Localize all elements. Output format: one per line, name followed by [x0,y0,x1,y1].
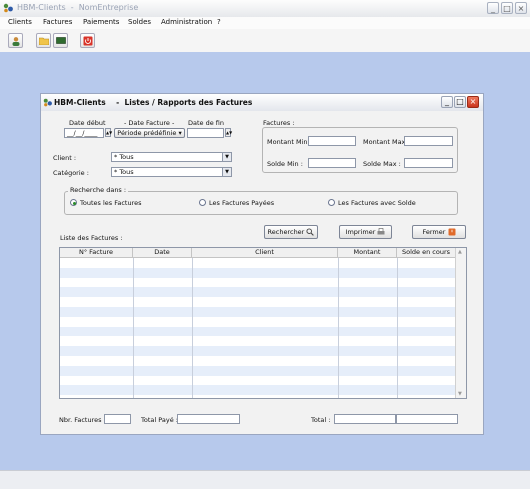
solde-min-label: Solde Min : [267,160,303,168]
montant-min-field[interactable] [308,136,356,146]
col-header-facture[interactable]: N° Facture [60,248,133,258]
periode-predefinie-button[interactable]: Période prédéfinie ▾ [114,128,185,138]
fermer-button[interactable]: Fermer [412,225,466,239]
col-header-montant[interactable]: Montant [338,248,397,258]
total-label: Total : [311,416,331,424]
recherche-label: Recherche dans : [68,186,129,194]
printer-icon [377,228,385,235]
radio-solde-label[interactable]: Les Factures avec Solde [338,199,416,207]
clients-toolbar-button[interactable] [8,33,23,48]
radio-toutes-label[interactable]: Toutes les Factures [80,199,142,207]
date-fin-field[interactable] [187,128,224,138]
user-icon [12,37,20,46]
chevron-up-icon[interactable]: ▲ [458,249,462,255]
dialog-title-bar: HBM-Clients - Listes / Rapports des Fact… [41,94,483,111]
nbr-factures-field [104,414,131,424]
column-divider [192,258,193,398]
folder-icon [39,37,49,45]
dialog-minimize-button[interactable]: _ [441,96,453,108]
menu-paiements[interactable]: Paiements [83,18,119,26]
client-label: Client : [53,154,77,162]
solde-max-label: Solde Max : [363,160,401,168]
date-debut-label: Date début [69,119,106,127]
maximize-button[interactable]: □ [501,2,513,14]
radio-payees[interactable] [199,199,206,206]
categorie-select[interactable]: * Tous ▼ [111,167,232,177]
categorie-label: Catégorie : [53,169,89,177]
dialog-close-button[interactable]: × [467,96,479,108]
screen-toolbar-button[interactable] [53,33,68,48]
search-icon [306,228,315,236]
total-paye-label: Total Payé : [141,416,178,424]
client-select[interactable]: * Tous ▼ [111,152,232,162]
chevron-down-icon[interactable]: ▼ [458,391,462,397]
col-header-date[interactable]: Date [133,248,192,258]
chevron-down-icon[interactable]: ▼ [222,153,231,161]
factures-table[interactable]: N° Facture Date Client Montant Solde en … [59,247,467,399]
date-facture-label: - Date Facture - [124,119,175,127]
total-paye-field [177,414,240,424]
chevron-down-icon[interactable]: ▼ [222,168,231,176]
total-solde-field [396,414,458,424]
date-debut-spinner[interactable]: ▲▼ [105,128,112,137]
open-folder-button[interactable] [36,33,51,48]
solde-max-field[interactable] [404,158,453,168]
app-logo-icon [43,98,52,107]
monitor-icon [56,37,66,44]
minimize-button[interactable]: _ [487,2,499,14]
factures-report-dialog: HBM-Clients - Listes / Rapports des Fact… [40,93,484,435]
app-title-bar: HBM-Clients - NomEntreprise _ □ × [0,0,530,18]
close-button[interactable]: × [515,2,527,14]
vertical-scrollbar[interactable]: ▲ ▼ [455,248,466,398]
montant-min-label: Montant Min : [267,138,312,146]
rechercher-button[interactable]: Rechercher [264,225,318,239]
exit-toolbar-button[interactable] [80,33,95,48]
liste-factures-label: Liste des Factures : [60,234,123,242]
menu-administration[interactable]: Administration [161,18,212,26]
menu-factures[interactable]: Factures [43,18,72,26]
column-divider [338,258,339,398]
app-title: HBM-Clients - NomEntreprise [17,3,139,12]
solde-min-field[interactable] [308,158,356,168]
date-fin-spinner[interactable]: ▲▼ [225,128,232,137]
menu-bar: Clients Factures Paiements Soldes Admini… [0,17,530,29]
radio-solde[interactable] [328,199,335,206]
imprimer-button[interactable]: Imprimer [339,225,392,239]
menu-soldes[interactable]: Soldes [128,18,151,26]
toolbar [0,29,530,53]
col-header-client[interactable]: Client [192,248,338,258]
date-fin-label: Date de fin [188,119,225,127]
nbr-factures-label: Nbr. Factures : [59,416,106,424]
menu-clients[interactable]: Clients [8,18,32,26]
factures-label: Factures : [263,119,295,127]
col-header-solde[interactable]: Solde en cours [397,248,456,258]
radio-toutes[interactable] [70,199,77,206]
power-icon [83,36,93,46]
power-icon [448,228,456,236]
montant-max-field[interactable] [404,136,453,146]
column-divider [133,258,134,398]
total-montant-field [334,414,396,424]
dialog-maximize-button[interactable]: □ [454,96,466,108]
dialog-title: HBM-Clients - Listes / Rapports des Fact… [54,98,253,107]
radio-payees-label[interactable]: Les Factures Payées [209,199,274,207]
date-debut-field[interactable]: __/__/____ [64,128,104,138]
column-divider [397,258,398,398]
app-logo-icon [3,3,13,13]
montant-max-label: Montant Max : [363,138,410,146]
status-bar [0,470,530,489]
menu-help[interactable]: ? [217,18,221,26]
